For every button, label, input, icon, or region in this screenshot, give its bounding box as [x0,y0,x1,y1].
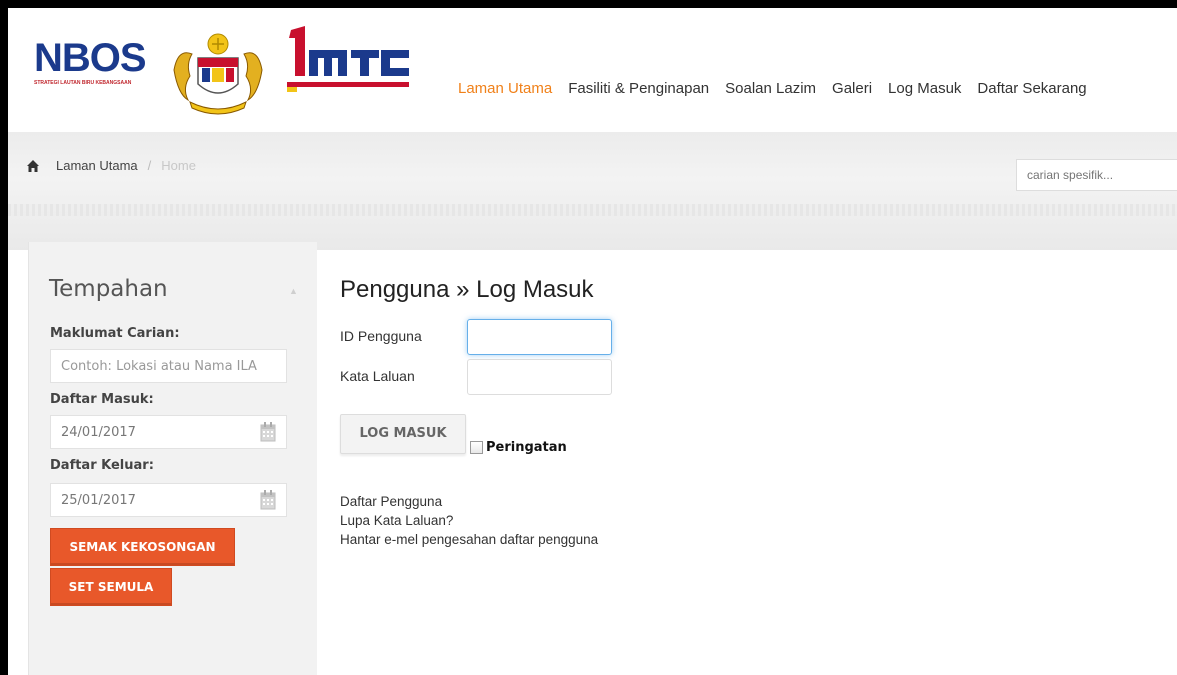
coat-of-arms-logo [168,30,268,116]
breadcrumb: Laman Utama / Home [26,158,196,173]
hero-banner: Laman Utama / Home [8,132,1177,250]
nav-daftar-sekarang[interactable]: Daftar Sekarang [977,80,1086,97]
checkin-date-value: 24/01/2017 [61,425,136,440]
collapse-arrow-icon[interactable]: ▲ [289,286,298,296]
site-header: NBOS STRATEGI LAUTAN BIRU KEBANGSAAN Lam… [8,8,1177,132]
nav-galeri[interactable]: Galeri [832,80,872,97]
remember-checkbox[interactable] [470,441,483,454]
user-id-input[interactable] [467,319,612,355]
check-availability-button[interactable]: SEMAK KEKOSONGAN [50,528,235,566]
1mtc-logo-icon [287,26,409,92]
nav-log-masuk[interactable]: Log Masuk [888,80,961,97]
site-search-input[interactable] [1016,159,1177,191]
user-id-label: ID Pengguna [340,328,422,344]
reset-button[interactable]: SET SEMULA [50,568,172,606]
breadcrumb-home-link[interactable]: Laman Utama [56,158,138,173]
calendar-icon[interactable] [260,422,276,442]
forgot-password-link[interactable]: Lupa Kata Laluan? [340,513,453,528]
register-link[interactable]: Daftar Pengguna [340,494,442,509]
page-title: Pengguna » Log Masuk [340,276,594,303]
breadcrumb-current: Home [161,158,196,173]
nav-laman-utama[interactable]: Laman Utama [458,80,552,97]
nav-fasiliti[interactable]: Fasiliti & Penginapan [568,80,709,97]
breadcrumb-separator: / [147,158,152,173]
1mtc-logo[interactable] [285,24,415,94]
login-button[interactable]: LOG MASUK [340,414,466,454]
page-frame: NBOS STRATEGI LAUTAN BIRU KEBANGSAAN Lam… [0,0,1177,675]
resend-verification-link[interactable]: Hantar e-mel pengesahan daftar pengguna [340,532,598,547]
booking-sidebar: Tempahan ▲ Maklumat Carian: Contoh: Loka… [28,242,317,675]
checkout-date-value: 25/01/2017 [61,493,136,508]
password-label: Kata Laluan [340,368,415,384]
remember-label: Peringatan [486,440,567,455]
checkout-label: Daftar Keluar: [50,458,154,473]
nbos-logo[interactable]: NBOS STRATEGI LAUTAN BIRU KEBANGSAAN [34,38,164,88]
nav-soalan-lazim[interactable]: Soalan Lazim [725,80,816,97]
main-nav: Laman Utama Fasiliti & Penginapan Soalan… [458,80,1103,97]
home-icon[interactable] [26,159,40,173]
password-input[interactable] [467,359,612,395]
sidebar-title: Tempahan [49,276,168,302]
crest-icon [173,33,263,115]
checkin-label: Daftar Masuk: [50,392,154,407]
calendar-icon[interactable] [260,490,276,510]
checkout-date-input[interactable]: 25/01/2017 [50,483,287,517]
nbos-logo-text: NBOS [34,36,147,80]
checkin-date-input[interactable]: 24/01/2017 [50,415,287,449]
search-info-label: Maklumat Carian: [50,326,180,341]
nbos-tagline: STRATEGI LAUTAN BIRU KEBANGSAAN [34,80,132,86]
location-search-input[interactable]: Contoh: Lokasi atau Nama ILA [50,349,287,383]
remember-me[interactable]: Peringatan [470,440,567,455]
